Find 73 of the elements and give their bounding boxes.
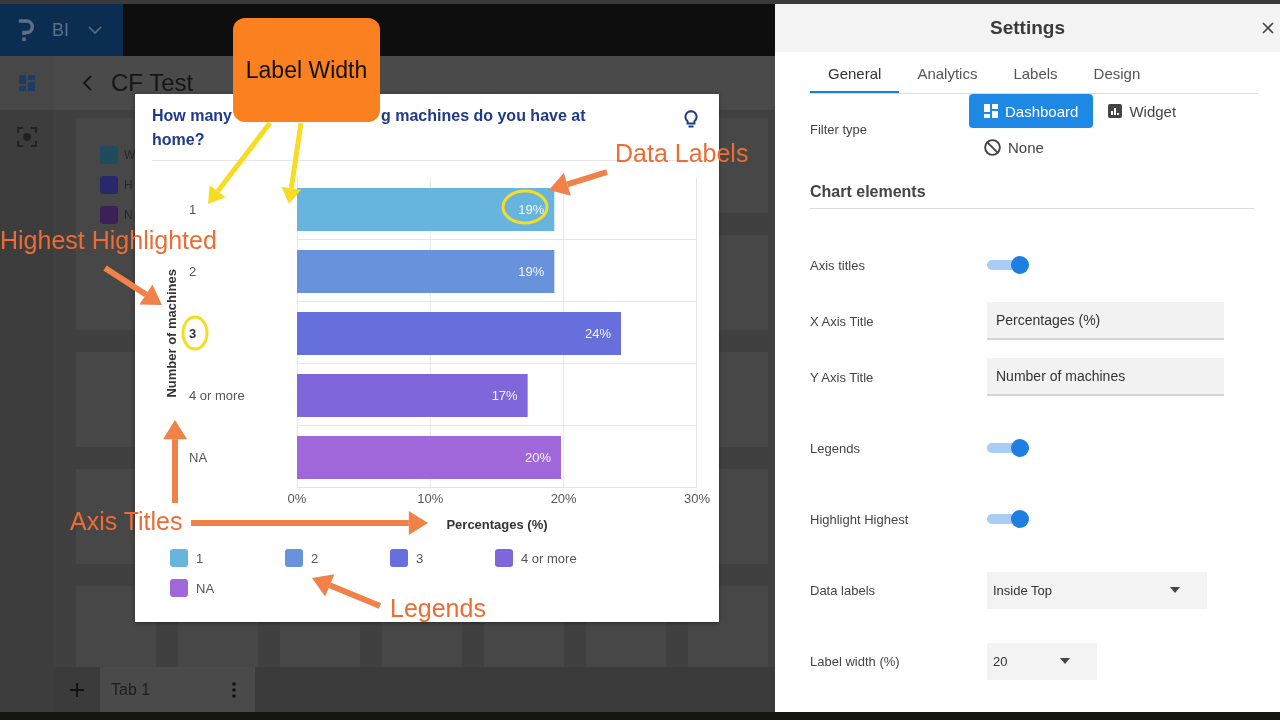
highlight-ring-icon xyxy=(501,189,549,225)
prohibited-icon xyxy=(984,138,1001,156)
tab[interactable]: Design xyxy=(1075,56,1159,93)
legend-label: 4 or more xyxy=(521,550,577,566)
chart-title: g machines do you have at xyxy=(381,106,586,126)
bar-chart-icon xyxy=(1108,104,1123,118)
chevron-left-icon xyxy=(82,75,92,91)
caret-icon xyxy=(1060,658,1070,664)
data-label: 20% xyxy=(524,450,551,465)
axis-title: Number of machines xyxy=(164,268,179,398)
data-label: 19% xyxy=(518,264,545,279)
data-label: 17% xyxy=(491,388,518,403)
dropdown[interactable]: Inside Top xyxy=(987,571,1207,609)
tick-label: 10% xyxy=(417,490,444,508)
axis-title: Percentages (%) xyxy=(446,516,548,534)
field-label: Axis titles xyxy=(810,257,866,273)
toggle-switch[interactable] xyxy=(987,509,1029,529)
legend-label: 2 xyxy=(311,550,319,566)
annotation-arrow xyxy=(312,574,382,609)
axis-label: 3 xyxy=(189,325,197,341)
annotation-arrow xyxy=(103,265,162,305)
callout: Label Width xyxy=(233,18,380,122)
toggle-switch[interactable] xyxy=(987,438,1029,458)
dropdown[interactable]: 20 xyxy=(987,642,1097,680)
close-icon xyxy=(1262,22,1274,34)
highlight-ring-icon xyxy=(181,315,209,351)
axis-label: 1 xyxy=(189,201,197,217)
tab[interactable]: Labels xyxy=(995,56,1076,93)
dashboard-icon xyxy=(984,104,998,118)
annotation-arrow xyxy=(549,169,608,196)
axis-label: NA xyxy=(189,449,208,465)
legend-label: NA xyxy=(196,580,215,596)
close-button[interactable] xyxy=(1262,22,1274,34)
tick-label: 0% xyxy=(287,490,307,508)
text-field[interactable]: Number of machines xyxy=(987,358,1224,396)
text-field[interactable]: Percentages (%) xyxy=(987,302,1224,340)
field-label: Filter type xyxy=(810,121,869,137)
data-label: 19% xyxy=(518,202,545,217)
kebab-icon xyxy=(232,681,236,698)
back-button[interactable] xyxy=(82,75,92,91)
filter-option[interactable]: Dashboard xyxy=(969,94,1094,128)
chart-title: home? xyxy=(152,131,205,148)
dashboard-icon xyxy=(19,75,35,91)
tab[interactable]: General xyxy=(810,56,900,93)
app-name: BI xyxy=(52,19,69,41)
section-heading: Chart elements xyxy=(810,180,1254,209)
filter-option[interactable]: Widget xyxy=(1093,94,1192,128)
chevron-down-icon[interactable] xyxy=(88,26,102,34)
legend-label: 3 xyxy=(416,550,424,566)
field-label: Legends xyxy=(810,440,861,456)
chart-title: How many xyxy=(152,106,232,126)
toggle-switch[interactable] xyxy=(987,255,1029,275)
field-label: Y Axis Title xyxy=(810,369,875,385)
annotation-label: Legends xyxy=(390,594,486,622)
axis-label: 2 xyxy=(189,263,197,279)
more-button[interactable] xyxy=(232,681,236,698)
lightbulb-icon[interactable] xyxy=(684,110,698,128)
focus-icon xyxy=(17,127,37,147)
plus-icon xyxy=(70,682,84,697)
legend-label: 1 xyxy=(196,550,204,566)
filter-option[interactable]: None xyxy=(969,130,1059,164)
tab[interactable]: Analytics xyxy=(899,56,996,93)
logo-icon xyxy=(17,19,35,41)
caret-icon xyxy=(1170,587,1180,593)
field-label: Highlight Highest xyxy=(810,511,910,527)
data-label: 24% xyxy=(584,326,611,341)
panel-title: Settings xyxy=(990,17,1065,39)
field-label: X Axis Title xyxy=(810,313,875,329)
field-label: Label width (%) xyxy=(810,653,901,669)
field-label: Data labels xyxy=(810,582,877,598)
axis-label: 4 or more xyxy=(189,387,245,403)
tick-label: 30% xyxy=(684,490,710,508)
tick-label: 20% xyxy=(550,490,577,508)
